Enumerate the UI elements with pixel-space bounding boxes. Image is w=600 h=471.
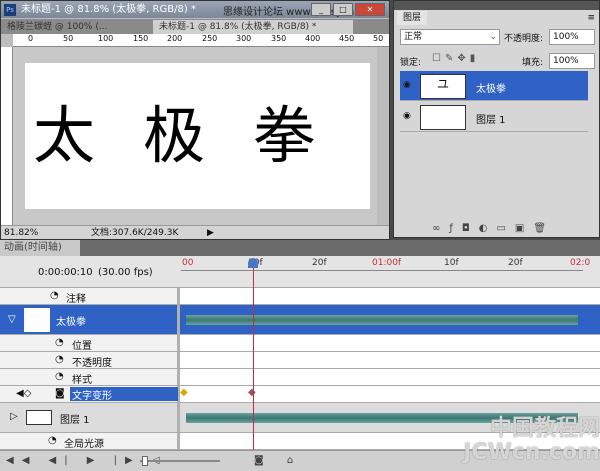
blend-mode-select[interactable]: 正常 ⌄ (400, 29, 500, 45)
expand-triangle-icon: ▽ (8, 314, 16, 325)
chevron-down-icon: ⌄ (489, 32, 497, 42)
lock-icons[interactable]: ☐✎✥▮ (432, 53, 479, 64)
minimize-button[interactable]: _ (311, 3, 331, 16)
tab-doc-1[interactable]: 格陵兰碳蛭 @ 100% (... (1, 20, 151, 34)
stopwatch-icon: ◔ (55, 354, 64, 365)
eye-icon[interactable]: ◉ (403, 111, 411, 121)
layer-thumbnail (420, 105, 466, 130)
work-area-bar[interactable] (181, 270, 583, 280)
current-time[interactable]: 0:00:00:10 (38, 267, 93, 278)
layer-panel-buttons[interactable]: ∞ƒ◘◐▭▣🗑 (432, 223, 555, 234)
lock-label: 锁定: (400, 58, 422, 68)
keyframe-diamond[interactable]: ◆ (180, 387, 188, 398)
row-style: ◔ 样式 (0, 369, 600, 386)
zoom-slider-handle[interactable] (142, 456, 148, 466)
status-bar: 81.82% 文档:307.6K/249.3K ▶ (1, 225, 389, 239)
fill-input[interactable]: 100% (549, 53, 595, 69)
canvas[interactable]: 太极拳 (25, 63, 370, 209)
zoom-level[interactable]: 81.82% (4, 226, 38, 240)
layer-thumbnail (24, 308, 50, 332)
expand-triangle-icon: ▷ (10, 411, 18, 422)
fill-label: 填充: (522, 58, 544, 68)
close-button[interactable]: ✕ (355, 3, 385, 16)
stopwatch-icon: ◔ (55, 337, 64, 348)
doc-info: 文档:307.6K/249.3K (91, 228, 179, 238)
prev-keyframe-icon: ◀◇ (16, 388, 32, 399)
stopwatch-icon: ◔ (48, 435, 57, 446)
frame-rate: (30.00 fps) (98, 267, 153, 278)
layer-thumbnail: ユ (420, 74, 466, 99)
stopwatch-icon: ◔ (50, 290, 59, 301)
panel-menu-icon[interactable]: ≡ (587, 13, 595, 23)
eye-icon[interactable]: ◉ (403, 80, 411, 90)
row-position: ◔ 位置 (0, 335, 600, 352)
time-ruler-row: 0:00:00:10 (30.00 fps) 00 10f 20f 01:00f… (0, 256, 600, 288)
playhead-handle[interactable] (248, 258, 258, 268)
layer-duration-bar[interactable] (186, 315, 578, 325)
row-layer-taijiquan[interactable]: ▽ 太极拳 (0, 305, 600, 335)
zoom-slider[interactable] (140, 460, 220, 462)
row-comments: ◔ 注释 (0, 288, 600, 305)
playback-controls: ◀◀ ◀| ▶ |▶ ◁ ◙ ⌂ 中国教程网 JCWcn.com (0, 417, 600, 471)
tween-delete-icons[interactable]: ◙ ⌂ (254, 455, 303, 466)
tab-doc-2[interactable]: 未标题-1 @ 81.8% (太极拳, RGB/8) * (153, 20, 353, 34)
photoshop-icon: Ps (4, 4, 16, 16)
stopwatch-icon: ◔ (55, 371, 64, 382)
window-title: 未标题-1 @ 81.8% (太极拳, RGB/8) * (21, 4, 196, 15)
tab-layers[interactable]: 图层 (397, 11, 427, 25)
document-window: 未标题-1 @ 81.8% (太极拳, RGB/8) * Ps 思缘设计论坛 w… (0, 0, 390, 240)
layer-thumbnail (26, 410, 52, 425)
vertical-ruler (1, 47, 13, 225)
layers-panel: 图层 ≡ 正常 ⌄ 不透明度: 100% 锁定: ☐✎✥▮ 填充: 100% ◉ … (393, 0, 600, 238)
row-text-warp[interactable]: ◀◇ ◙ 文字变形 ◆ ◆ (0, 386, 600, 403)
keyframe-diamond[interactable]: ◆ (248, 387, 256, 398)
tab-animation[interactable]: 动画(时间轴) (0, 240, 80, 256)
opacity-input[interactable]: 100% (549, 29, 595, 45)
stopwatch-icon: ◙ (55, 388, 65, 399)
document-tabs: 格陵兰碳蛭 @ 100% (... 未标题-1 @ 81.8% (太极拳, RG… (1, 19, 389, 34)
layer-row-layer1[interactable]: ◉ 图层 1 (400, 102, 588, 132)
status-menu-arrow-icon[interactable]: ▶ (207, 226, 214, 240)
row-opacity: ◔ 不透明度 (0, 352, 600, 369)
horizontal-ruler: 0 50 100 150 200 250 300 350 400 450 50 (13, 34, 389, 47)
opacity-label: 不透明度: (504, 34, 544, 44)
watermark-logo: 中国教程网 JCWcn.com (463, 416, 600, 465)
layer-row-taijiquan[interactable]: ◉ ユ 太极拳 (400, 71, 588, 101)
playhead-line[interactable] (253, 268, 254, 451)
maximize-button[interactable]: □ (333, 3, 353, 16)
